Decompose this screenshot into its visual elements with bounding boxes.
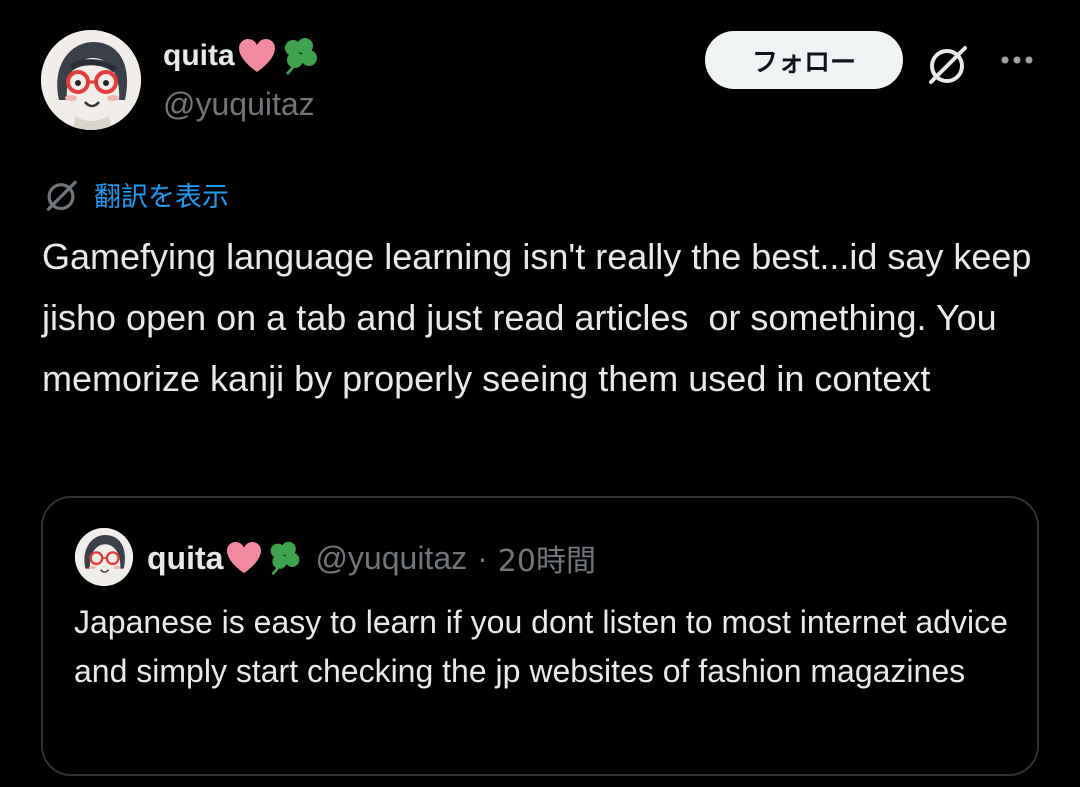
avatar[interactable] (41, 30, 141, 130)
grok-icon (46, 180, 77, 211)
author-name-text: quita (163, 39, 235, 72)
pink-heart-icon (227, 541, 262, 574)
quote-display-name: quita (147, 540, 305, 577)
pink-heart-icon (238, 39, 275, 72)
quote-timestamp: 20時間 (497, 544, 596, 579)
quote-name-text: quita (147, 539, 224, 576)
quote-header: quita @yuquitaz · 20時間 (147, 536, 596, 580)
author-handle[interactable]: @yuquitaz (163, 86, 315, 123)
grok-icon (929, 46, 967, 84)
more-options-button[interactable] (993, 42, 1041, 78)
author-display-name[interactable]: quita (163, 36, 323, 76)
quote-handle: @yuquitaz (315, 539, 468, 576)
tweet-text: Gamefying language learning isn't really… (42, 236, 1042, 399)
translate-link[interactable]: 翻訳を表示 (42, 175, 229, 214)
follow-button[interactable]: フォロー (705, 31, 903, 89)
more-options-icon (1001, 56, 1033, 64)
quote-avatar (75, 528, 133, 586)
quoted-tweet-card[interactable]: quita @yuquitaz · 20時間 Japanese is easy … (41, 496, 1039, 776)
quote-text: Japanese is easy to learn if you dont li… (74, 604, 1017, 689)
quote-separator: · (477, 539, 488, 576)
grok-button[interactable] (923, 40, 971, 88)
avatar-illustration (41, 30, 141, 130)
four-leaf-clover-icon (284, 38, 317, 76)
avatar-illustration (75, 528, 133, 586)
translate-label: 翻訳を表示 (94, 182, 229, 213)
four-leaf-clover-icon (271, 541, 300, 576)
